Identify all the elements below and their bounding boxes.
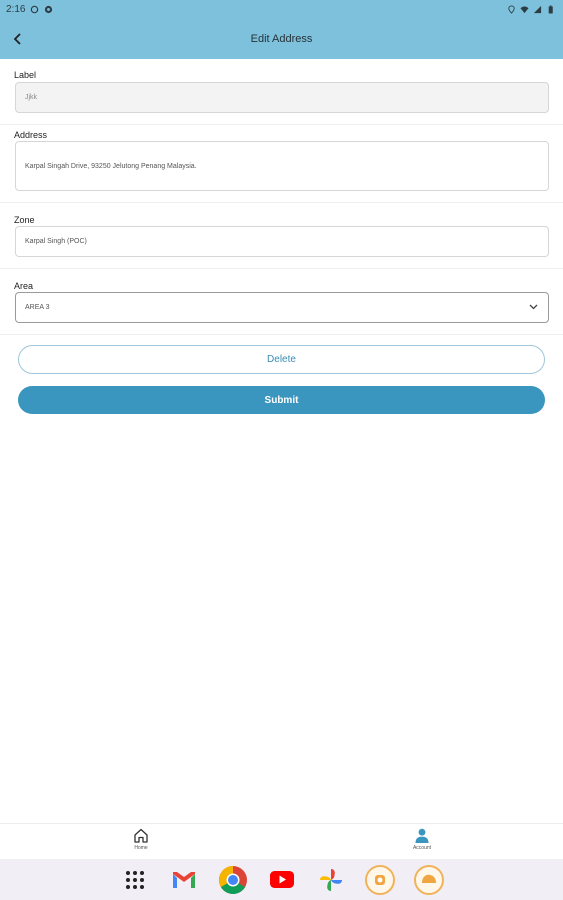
area-select[interactable]: AREA 3 <box>15 292 549 323</box>
back-button[interactable] <box>8 29 28 49</box>
sync-icon <box>31 5 39 14</box>
signal-icon <box>533 5 542 14</box>
nav-account[interactable]: Account <box>392 828 452 851</box>
app-bar: Edit Address <box>0 19 563 59</box>
zone-input-value: Karpal Singh (POC) <box>25 238 87 245</box>
app-icon-2 <box>413 864 444 895</box>
label-input[interactable]: Jjkk <box>15 82 549 113</box>
location-icon <box>508 5 515 14</box>
page-title: Edit Address <box>250 33 313 45</box>
nav-account-label: Account <box>412 845 432 851</box>
zone-field-label: Zone <box>14 215 35 225</box>
app-icon-1 <box>364 864 395 895</box>
chevron-down-icon <box>529 304 538 310</box>
home-icon <box>134 828 148 843</box>
area-field-label: Area <box>14 281 34 291</box>
photos-icon <box>319 868 342 891</box>
status-bar: 2:16 <box>0 0 563 19</box>
youtube-icon <box>269 871 294 888</box>
apps-grid-button[interactable] <box>120 865 150 895</box>
area-select-value: AREA 3 <box>25 304 50 311</box>
battery-icon <box>548 5 553 14</box>
wifi-icon <box>520 6 529 14</box>
divider <box>0 268 563 269</box>
address-input-value: Karpal Singah Drive, 93250 Jelutong Pena… <box>25 163 197 170</box>
app-shortcut-2[interactable] <box>413 864 444 895</box>
label-input-value: Jjkk <box>25 94 38 101</box>
nav-home[interactable]: Home <box>111 828 171 851</box>
address-field-label: Address <box>14 130 48 140</box>
gmail-app[interactable] <box>169 865 199 895</box>
photos-app[interactable] <box>316 865 346 895</box>
gmail-icon <box>172 871 195 888</box>
status-time: 2:16 <box>6 4 26 15</box>
submit-button[interactable]: Submit <box>18 386 545 414</box>
label-field-label: Label <box>14 70 37 80</box>
notification-icon <box>45 5 53 14</box>
divider <box>0 334 563 335</box>
nav-home-label: Home <box>134 845 148 851</box>
address-input[interactable]: Karpal Singah Drive, 93250 Jelutong Pena… <box>15 141 549 191</box>
apps-grid-icon <box>125 870 144 889</box>
system-taskbar <box>0 859 563 900</box>
arrow-back-icon <box>13 33 21 45</box>
zone-input[interactable]: Karpal Singh (POC) <box>15 226 549 257</box>
chrome-icon <box>218 865 247 894</box>
delete-button[interactable]: Delete <box>18 345 545 374</box>
divider <box>0 124 563 125</box>
person-icon <box>415 828 429 843</box>
bottom-nav: Home Account <box>0 823 563 859</box>
youtube-app[interactable] <box>267 865 297 895</box>
chrome-app[interactable] <box>218 865 248 895</box>
divider <box>0 202 563 203</box>
app-shortcut-1[interactable] <box>364 864 395 895</box>
